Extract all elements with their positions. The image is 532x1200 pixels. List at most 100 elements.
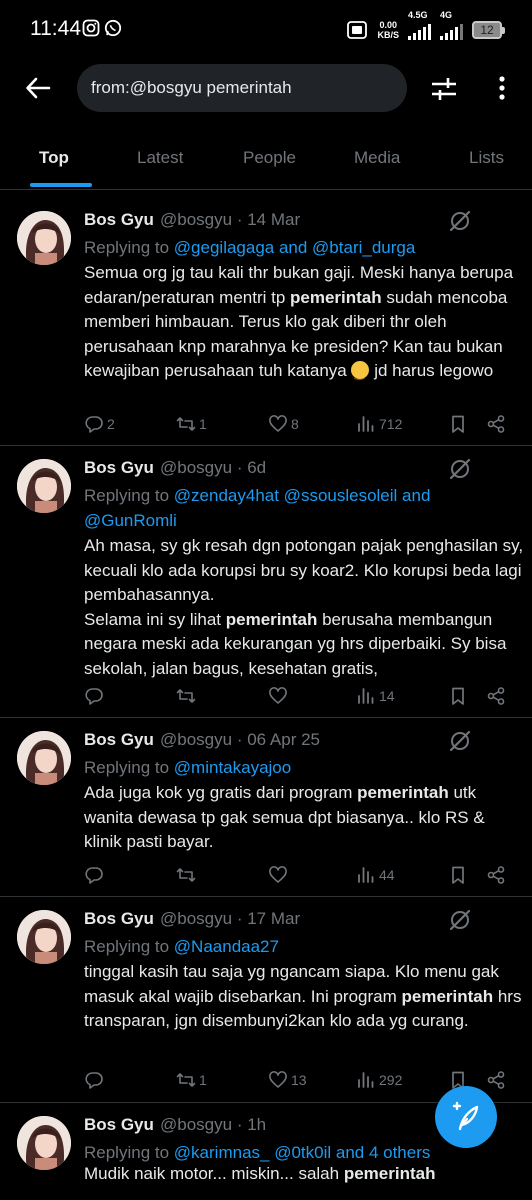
avatar[interactable] bbox=[17, 459, 71, 513]
status-time: 11:44 bbox=[30, 17, 81, 40]
avatar[interactable] bbox=[17, 910, 71, 964]
bookmark-icon bbox=[452, 687, 464, 705]
tab-people[interactable]: People bbox=[243, 148, 296, 168]
like-button[interactable]: 8 bbox=[268, 412, 299, 436]
tweet-text: Ah masa, sy gk resah dgn potongan pajak … bbox=[84, 536, 524, 678]
repost-button[interactable] bbox=[176, 863, 199, 887]
repost-button[interactable] bbox=[176, 684, 199, 708]
views-button[interactable]: 712 bbox=[356, 412, 402, 436]
grok-icon[interactable] bbox=[448, 908, 472, 932]
replying-to: Replying to @zenday4hat @ssouslesoleil a… bbox=[84, 486, 431, 530]
active-tab-indicator bbox=[30, 183, 92, 187]
reply-icon bbox=[85, 688, 103, 705]
author-handle-time: @bosgyu · 14 Mar bbox=[160, 210, 301, 229]
share-button[interactable] bbox=[486, 1068, 506, 1092]
tab-media[interactable]: Media bbox=[354, 148, 400, 168]
views-icon bbox=[358, 688, 374, 704]
tab-lists[interactable]: Lists bbox=[469, 148, 504, 168]
bookmark-button[interactable] bbox=[448, 863, 468, 887]
reply-button[interactable] bbox=[84, 863, 107, 887]
repost-button[interactable]: 1 bbox=[176, 412, 207, 436]
like-button[interactable] bbox=[268, 863, 291, 887]
like-icon bbox=[269, 415, 287, 432]
reply-button[interactable]: 2 bbox=[84, 412, 115, 436]
status-indicators: 0.00 KB/S 4.5G 4G 12 bbox=[346, 10, 505, 46]
reply-mentions[interactable]: @Naandaa27 bbox=[174, 937, 279, 956]
reply-mentions[interactable]: @mintakayajoo bbox=[174, 758, 291, 777]
tweet[interactable]: Bos Gyu @bosgyu · 06 Apr 25 Replying to … bbox=[0, 719, 532, 897]
back-arrow-icon[interactable] bbox=[24, 74, 52, 102]
grok-icon[interactable] bbox=[448, 209, 472, 233]
views-button[interactable]: 44 bbox=[356, 863, 395, 887]
search-header bbox=[0, 64, 532, 112]
repost-icon bbox=[176, 689, 196, 703]
like-icon bbox=[269, 866, 287, 883]
like-button[interactable]: 13 bbox=[268, 1068, 307, 1092]
tweet-text: tinggal kasih tau saja yg ngancam siapa.… bbox=[84, 962, 522, 1030]
filter-icon[interactable] bbox=[430, 75, 458, 103]
reply-mentions[interactable]: @karimnas_ @0tk0il and 4 others bbox=[174, 1143, 431, 1162]
share-icon bbox=[487, 687, 505, 705]
author-name[interactable]: Bos Gyu bbox=[84, 909, 154, 929]
repost-button[interactable]: 1 bbox=[176, 1068, 207, 1092]
instagram-icon bbox=[82, 19, 100, 37]
compose-button[interactable] bbox=[435, 1086, 497, 1148]
reply-icon bbox=[85, 1072, 103, 1089]
search-input[interactable] bbox=[91, 78, 407, 98]
views-icon bbox=[358, 416, 374, 432]
whatsapp-icon bbox=[104, 19, 122, 37]
replying-to: Replying to @mintakayajoo bbox=[84, 758, 292, 777]
share-button[interactable] bbox=[486, 684, 506, 708]
views-button[interactable]: 14 bbox=[356, 684, 395, 708]
tweet-actions: 2 1 8 712 bbox=[84, 412, 514, 436]
search-tabs: Top Latest People Media Lists bbox=[0, 130, 532, 190]
signal-2: 4G bbox=[440, 10, 463, 43]
tweet[interactable]: Bos Gyu @bosgyu · 14 Mar Replying to @ge… bbox=[0, 199, 532, 446]
tab-latest[interactable]: Latest bbox=[137, 148, 183, 168]
reply-mentions[interactable]: @gegilagaga and @btari_durga bbox=[174, 238, 416, 257]
battery-indicator: 12 bbox=[472, 21, 505, 39]
tweet-text: Semua org jg tau kali thr bukan gaji. Me… bbox=[84, 261, 524, 386]
reply-icon bbox=[85, 416, 103, 433]
views-button[interactable]: 292 bbox=[356, 1068, 402, 1092]
avatar[interactable] bbox=[17, 1116, 71, 1170]
bookmark-button[interactable] bbox=[448, 684, 468, 708]
tweet-actions: 1 13 292 bbox=[84, 1068, 514, 1092]
avatar[interactable] bbox=[17, 211, 71, 265]
net-speed: 0.00 KB/S bbox=[377, 20, 399, 40]
reply-button[interactable] bbox=[84, 684, 107, 708]
bookmark-icon bbox=[452, 415, 464, 433]
reply-button[interactable] bbox=[84, 1068, 107, 1092]
views-icon bbox=[358, 867, 374, 883]
author-name[interactable]: Bos Gyu bbox=[84, 1115, 154, 1135]
author-name[interactable]: Bos Gyu bbox=[84, 730, 154, 750]
author-handle-time: @bosgyu · 1h bbox=[160, 1115, 267, 1134]
reply-icon bbox=[85, 867, 103, 884]
grok-icon[interactable] bbox=[448, 457, 472, 481]
grok-icon-glyph bbox=[449, 730, 471, 752]
share-button[interactable] bbox=[486, 412, 506, 436]
more-options-icon[interactable] bbox=[490, 74, 514, 102]
tweet[interactable]: Bos Gyu @bosgyu · 17 Mar Replying to @Na… bbox=[0, 898, 532, 1103]
signal-1: 4.5G bbox=[408, 10, 431, 43]
author-handle-time: @bosgyu · 6d bbox=[160, 458, 267, 477]
share-button[interactable] bbox=[486, 863, 506, 887]
status-bar: 11:44 0.00 KB/S 4.5G 4G 12 bbox=[0, 0, 532, 60]
author-name[interactable]: Bos Gyu bbox=[84, 210, 154, 230]
bookmark-icon bbox=[452, 866, 464, 884]
search-box[interactable] bbox=[77, 64, 407, 112]
grok-icon[interactable] bbox=[448, 729, 472, 753]
views-icon bbox=[358, 1072, 374, 1088]
tweet[interactable]: Bos Gyu @bosgyu · 6d Replying to @zenday… bbox=[0, 447, 532, 718]
author-name[interactable]: Bos Gyu bbox=[84, 458, 154, 478]
bookmark-button[interactable] bbox=[448, 412, 468, 436]
share-icon bbox=[487, 1071, 505, 1089]
grok-icon-glyph bbox=[449, 210, 471, 232]
like-button[interactable] bbox=[268, 684, 291, 708]
avatar[interactable] bbox=[17, 731, 71, 785]
share-icon bbox=[487, 866, 505, 884]
alarm-icon bbox=[347, 21, 368, 39]
share-icon bbox=[487, 415, 505, 433]
tab-top[interactable]: Top bbox=[39, 148, 69, 168]
replying-to: Replying to @gegilagaga and @btari_durga bbox=[84, 238, 416, 257]
